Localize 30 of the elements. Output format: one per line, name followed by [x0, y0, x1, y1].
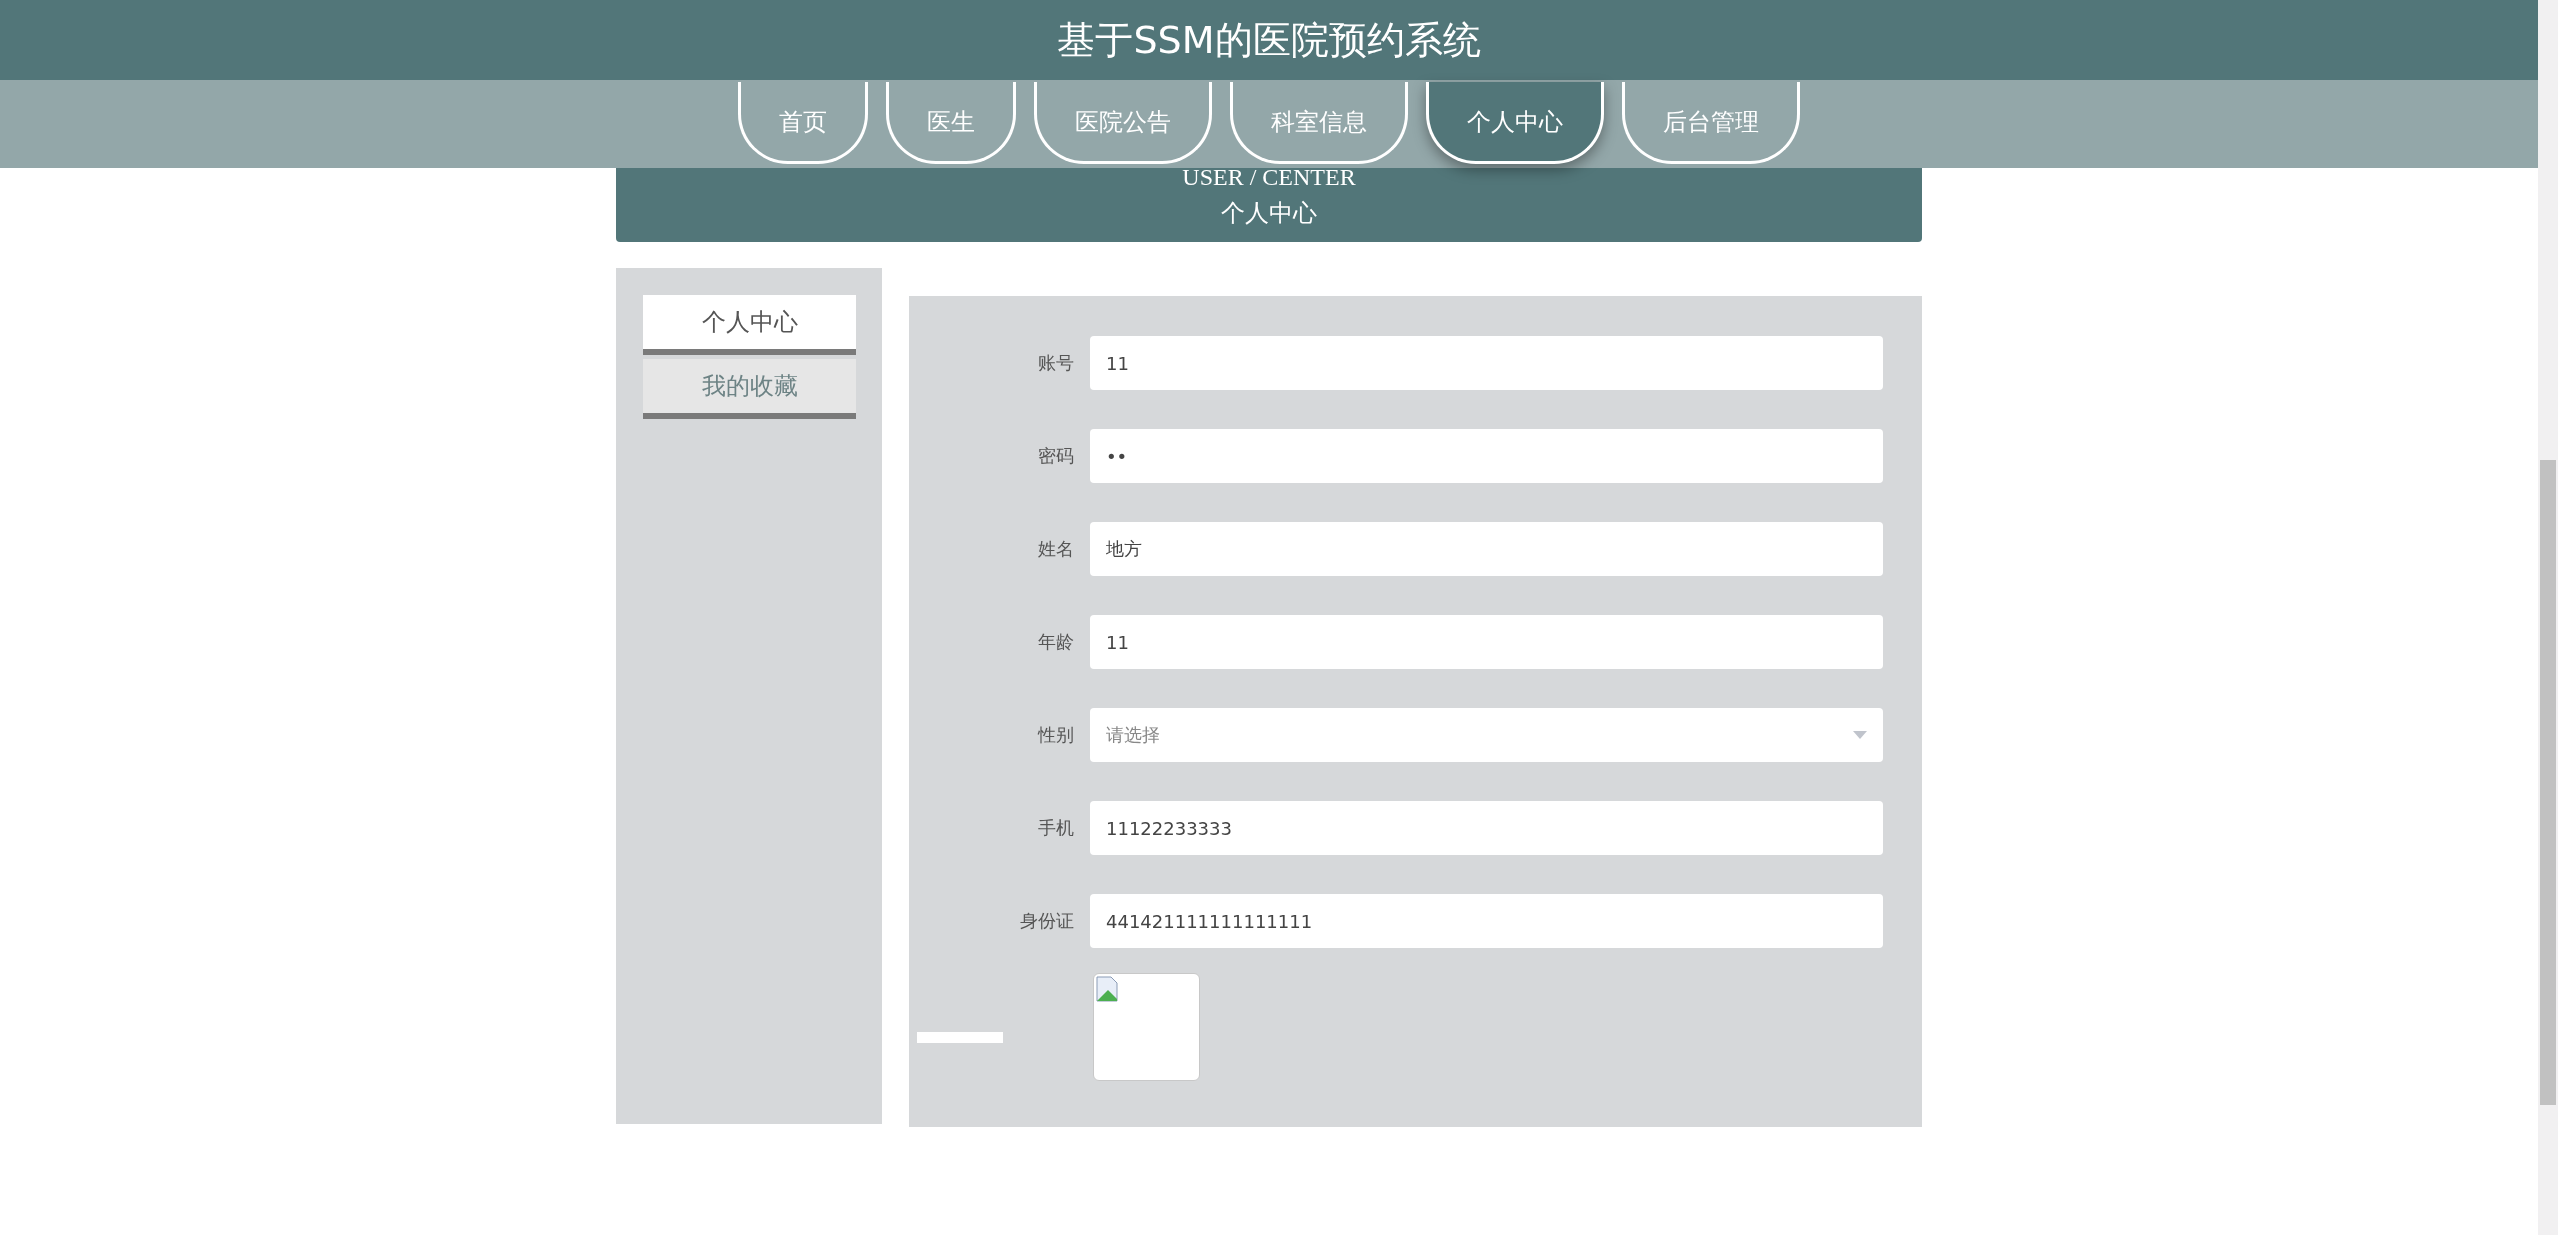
- field-label: 密码: [1037, 444, 1074, 468]
- caret-icon: [1853, 731, 1867, 739]
- field-label: 手机: [1037, 816, 1074, 840]
- input-field[interactable]: 441421111111111111: [1090, 894, 1883, 948]
- field-label: 性别: [1036, 723, 1074, 747]
- nav-tab[interactable]: 首页: [738, 82, 868, 164]
- nav-tab[interactable]: 科室信息: [1230, 82, 1408, 164]
- nav-tab[interactable]: 医生: [886, 82, 1016, 164]
- broken-image-icon: [1096, 976, 1118, 1002]
- input-field[interactable]: 11: [1090, 336, 1883, 390]
- field-label: 身份证: [1019, 909, 1074, 933]
- banner-subtitle: USER / CENTER: [1182, 164, 1356, 191]
- sidebar-item[interactable]: 个人中心: [643, 295, 856, 355]
- banner-title: 个人中心: [1221, 198, 1317, 229]
- input-field[interactable]: 11122233333: [1090, 801, 1883, 855]
- input-field[interactable]: 地方: [1090, 522, 1883, 576]
- select-field[interactable]: 请选择: [1090, 708, 1883, 762]
- scrollbar[interactable]: [2538, 0, 2558, 1235]
- scrollbar-thumb[interactable]: [2540, 460, 2556, 1105]
- field-label: 账号: [1037, 351, 1074, 375]
- site-title: 基于SSM的医院预约系统: [1057, 16, 1481, 64]
- field-label: 姓名: [1037, 537, 1074, 561]
- input-field[interactable]: ••: [1090, 429, 1883, 483]
- field-label: 年龄: [1037, 630, 1074, 654]
- image-upload[interactable]: [1093, 973, 1200, 1081]
- nav-tab[interactable]: 后台管理: [1622, 82, 1800, 164]
- nav-tab[interactable]: 个人中心: [1426, 82, 1604, 164]
- sidebar-item[interactable]: 我的收藏: [643, 359, 856, 419]
- nav-tab[interactable]: 医院公告: [1034, 82, 1212, 164]
- input-field[interactable]: 11: [1090, 615, 1883, 669]
